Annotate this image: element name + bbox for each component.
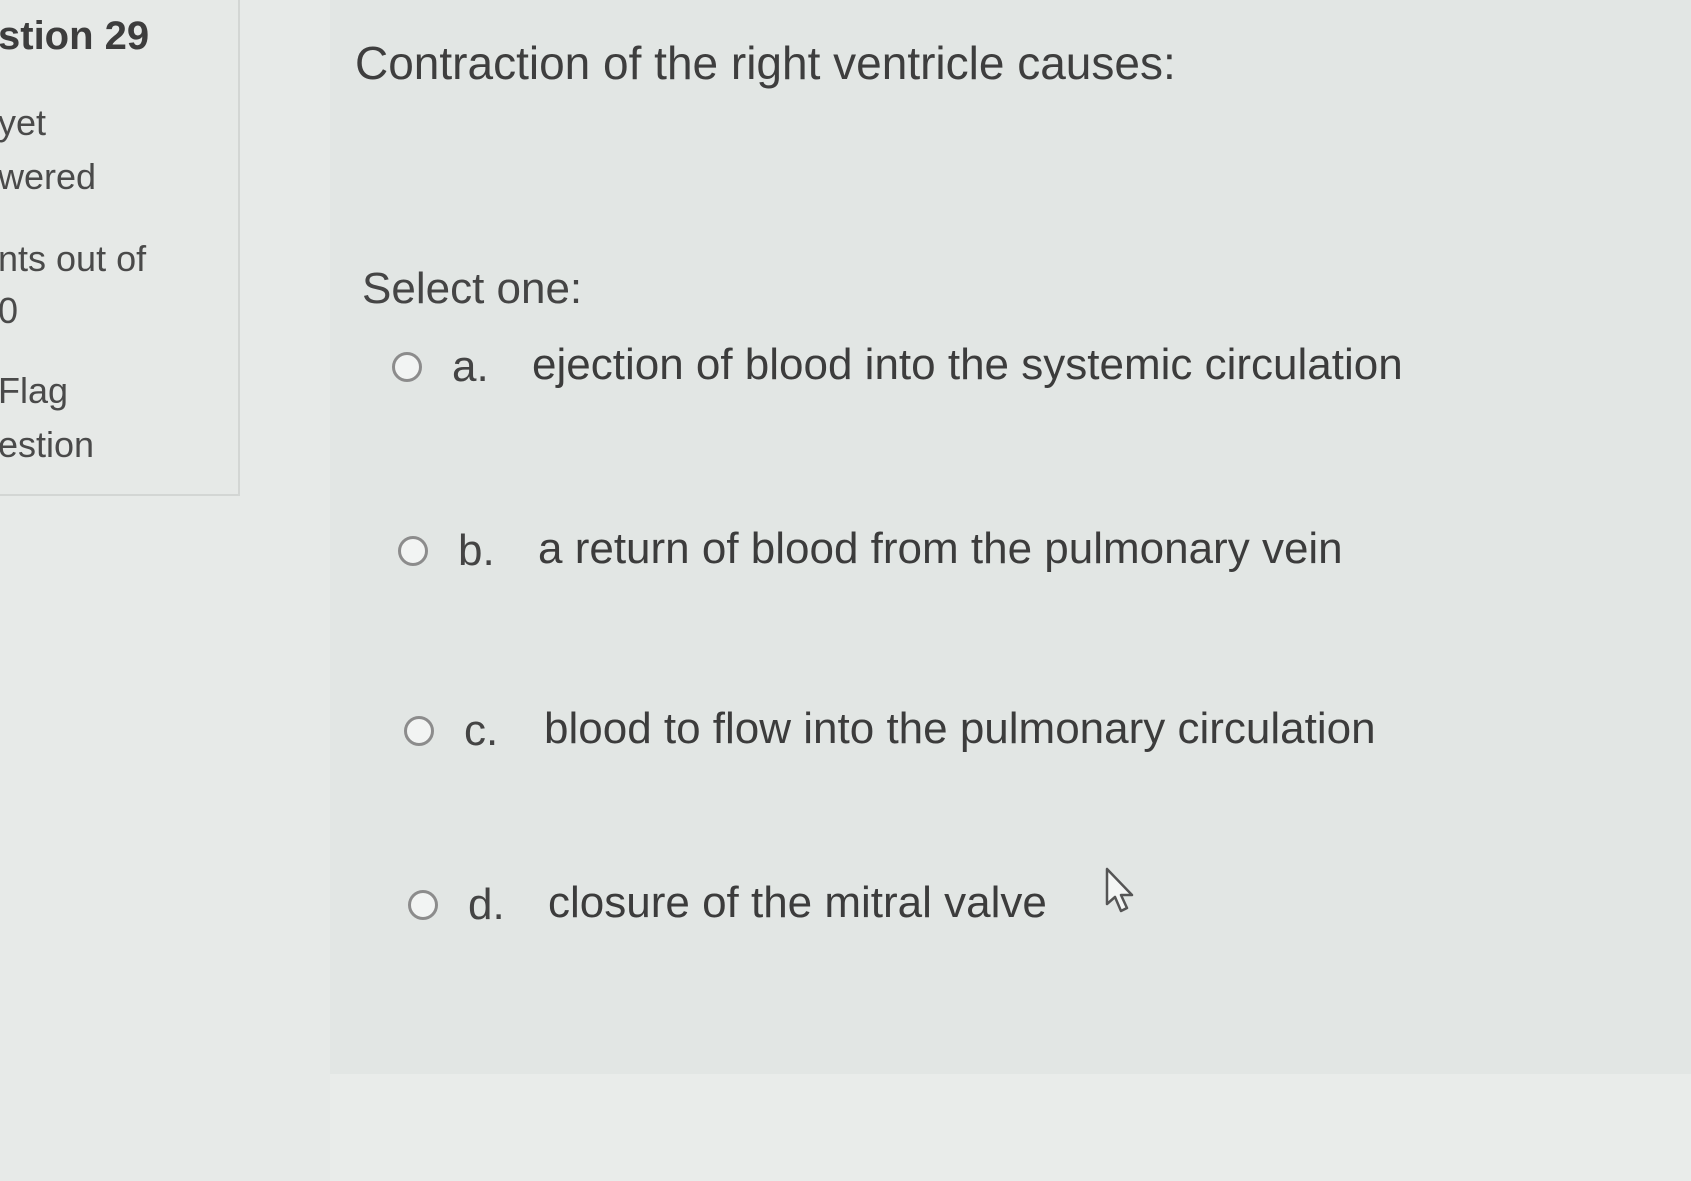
question-status-line1: yet — [0, 102, 47, 143]
question-status-line2: wered — [0, 156, 97, 197]
question-info-panel: stion 29 yet wered nts out of 0 Flag est… — [0, 0, 240, 496]
answer-letter: c. — [464, 706, 499, 755]
radio-button-d[interactable] — [408, 890, 438, 920]
mouse-pointer-icon — [1105, 867, 1134, 913]
radio-button-b[interactable] — [398, 536, 428, 566]
answer-label[interactable]: blood to flow into the pulmonary circula… — [544, 704, 1376, 754]
answer-label[interactable]: a return of blood from the pulmonary vei… — [538, 524, 1343, 574]
select-one-prompt: Select one: — [362, 264, 583, 313]
answer-letter: b. — [458, 526, 495, 575]
answer-label[interactable]: ejection of blood into the systemic circ… — [532, 340, 1403, 390]
answer-letter: a. — [452, 342, 489, 391]
question-content: Contraction of the right ventricle cause… — [330, 0, 1691, 1181]
question-number: stion 29 — [0, 14, 150, 58]
page-bottom-band — [330, 1074, 1691, 1181]
radio-button-a[interactable] — [392, 352, 422, 382]
question-marks-line1: nts out of — [0, 238, 147, 279]
question-marks-line2: 0 — [0, 290, 19, 331]
question-text: Contraction of the right ventricle cause… — [355, 37, 1176, 89]
flag-question-link-line2[interactable]: estion — [0, 424, 94, 466]
quiz-page: stion 29 yet wered nts out of 0 Flag est… — [0, 0, 1691, 1181]
answer-label[interactable]: closure of the mitral valve — [548, 878, 1047, 928]
flag-question-link[interactable]: Flag — [0, 370, 68, 412]
radio-button-c[interactable] — [404, 716, 434, 746]
answer-letter: d. — [468, 880, 505, 929]
